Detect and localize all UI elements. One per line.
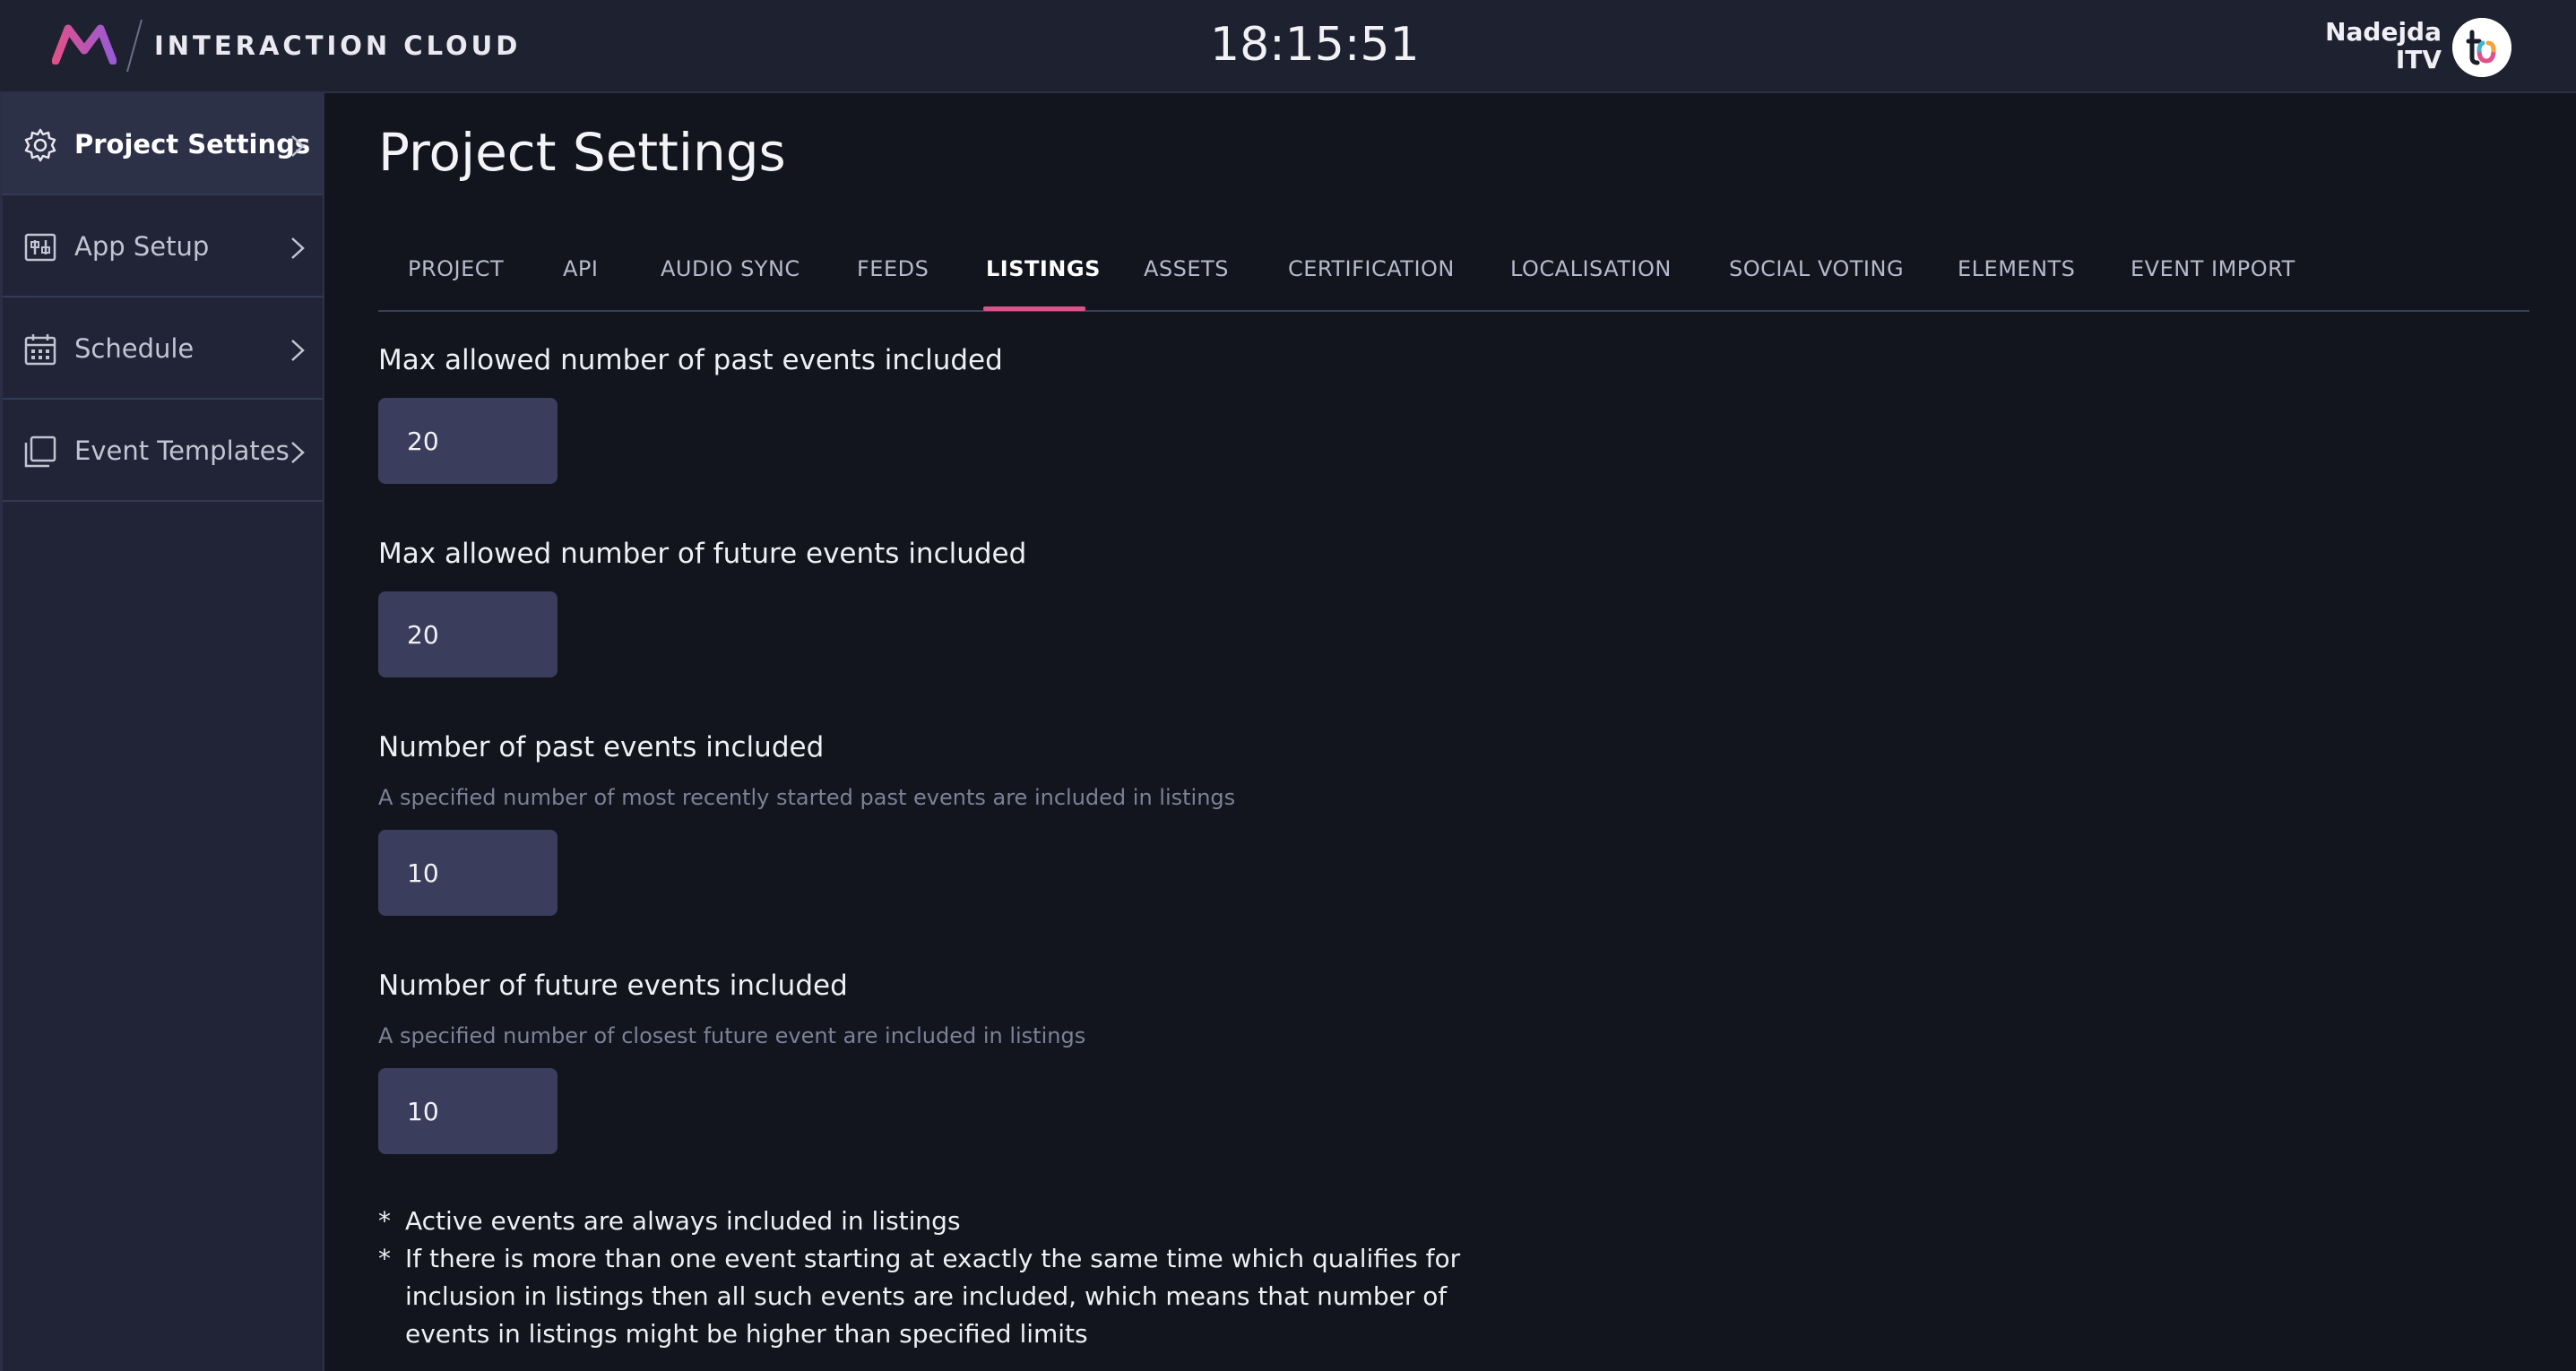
logo-icon	[52, 24, 117, 65]
calendar-icon	[24, 334, 56, 366]
tab-elements[interactable]: ELEMENTS	[1958, 256, 2075, 281]
active-tab-indicator	[983, 306, 1085, 311]
gear-icon	[24, 128, 56, 162]
tab-feeds[interactable]: FEEDS	[857, 256, 929, 281]
note-bullet: *	[378, 1244, 391, 1273]
tab-event-import[interactable]: EVENT IMPORT	[2131, 256, 2295, 281]
sidebar-item-app-setup[interactable]: App Setup	[3, 195, 323, 297]
copy-icon	[24, 435, 56, 468]
avatar[interactable]	[2452, 18, 2511, 77]
note-item: Active events are always included in lis…	[405, 1206, 961, 1236]
note-item: If there is more than one event starting…	[405, 1244, 1461, 1349]
sidebar-item-label: Schedule	[74, 333, 194, 364]
brand-name: INTERACTION CLOUD	[154, 30, 522, 61]
tab-listings[interactable]: LISTINGS	[986, 256, 1101, 281]
field-help-future: A specified number of closest future eve…	[378, 1023, 1086, 1048]
page-title: Project Settings	[378, 122, 786, 183]
chevron-right-icon	[291, 340, 305, 361]
field-label-max-future: Max allowed number of future events incl…	[378, 538, 1027, 570]
tab-project[interactable]: PROJECT	[408, 256, 504, 281]
tab-social-voting[interactable]: SOCIAL VOTING	[1729, 256, 1904, 281]
past-events-input[interactable]	[378, 830, 558, 916]
tab-assets[interactable]: ASSETS	[1144, 256, 1229, 281]
clock: 18:15:51	[1210, 18, 1420, 72]
sidebar-item-project-settings[interactable]: Project Settings	[3, 93, 323, 195]
future-events-input[interactable]	[378, 1068, 558, 1154]
logo-divider	[126, 19, 143, 73]
note-bullet: *	[378, 1206, 391, 1236]
field-label-past: Number of past events included	[378, 731, 825, 763]
max-past-events-input[interactable]	[378, 398, 558, 484]
tab-bar: PROJECT API AUDIO SYNC FEEDS LISTINGS AS…	[378, 237, 2529, 312]
sidebar-item-label: Event Templates	[74, 435, 290, 466]
tab-localisation[interactable]: LOCALISATION	[1510, 256, 1672, 281]
app-setup-icon	[24, 233, 56, 262]
user-org[interactable]: ITV	[2396, 46, 2442, 73]
field-label-max-past: Max allowed number of past events includ…	[378, 344, 1003, 376]
sidebar: Project Settings App Setup Schedule Even…	[0, 93, 324, 1371]
sidebar-item-schedule[interactable]: Schedule	[3, 297, 323, 400]
chevron-right-icon	[291, 237, 305, 259]
sidebar-item-label: App Setup	[74, 231, 210, 262]
chevron-right-icon	[291, 442, 305, 463]
field-label-future: Number of future events included	[378, 970, 848, 1002]
user-name[interactable]: Nadejda	[2325, 18, 2442, 46]
top-bar: INTERACTION CLOUD 18:15:51 Nadejda ITV	[0, 0, 2576, 93]
max-future-events-input[interactable]	[378, 591, 558, 677]
tab-certification[interactable]: CERTIFICATION	[1288, 256, 1455, 281]
chevron-right-icon	[291, 135, 305, 157]
sidebar-item-label: Project Settings	[74, 129, 311, 160]
field-help-past: A specified number of most recently star…	[378, 785, 1236, 810]
tab-audio-sync[interactable]: AUDIO SYNC	[661, 256, 800, 281]
sidebar-item-event-templates[interactable]: Event Templates	[3, 400, 323, 502]
tab-api[interactable]: API	[563, 256, 598, 281]
